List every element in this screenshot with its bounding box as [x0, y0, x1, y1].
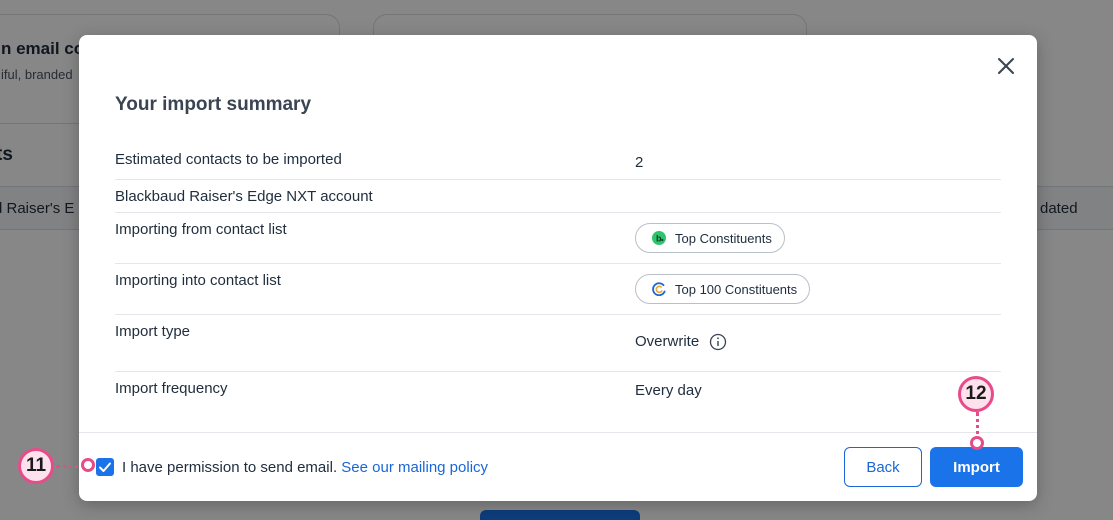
import-type-value: Overwrite: [635, 333, 700, 350]
checkmark-icon: [99, 462, 111, 472]
source-list-chip: b Top Constituents: [635, 223, 785, 253]
svg-text:b: b: [656, 234, 662, 244]
footer-divider: [79, 432, 1037, 433]
permission-label: I have permission to send email.: [122, 459, 338, 476]
summary-value: 2: [635, 154, 644, 171]
summary-label: Importing from contact list: [115, 221, 287, 238]
import-button[interactable]: Import: [930, 447, 1023, 487]
summary-value: Overwrite: [635, 333, 727, 351]
summary-label: Importing into contact list: [115, 272, 281, 289]
step-callout-12: 12: [958, 376, 994, 412]
chip-label: Top 100 Constituents: [675, 281, 798, 297]
info-icon[interactable]: [709, 333, 727, 351]
close-button[interactable]: [993, 53, 1019, 79]
summary-row-import-from: Importing from contact list b Top Consti…: [115, 213, 1001, 264]
step-callout-11: 11: [18, 448, 54, 484]
summary-row-import-frequency: Import frequency Every day: [115, 372, 1001, 432]
summary-label: Estimated contacts to be imported: [115, 151, 342, 168]
summary-value: Every day: [635, 382, 702, 399]
mailing-policy-link[interactable]: See our mailing policy: [341, 459, 488, 476]
callout-marker: [970, 436, 984, 450]
summary-label: Blackbaud Raiser's Edge NXT account: [115, 188, 373, 205]
permission-text: I have permission to send email. See our…: [122, 459, 488, 476]
destination-list-chip: Top 100 Constituents: [635, 274, 811, 304]
back-button[interactable]: Back: [844, 447, 922, 487]
summary-row-import-into: Importing into contact list Top 100 Cons…: [115, 264, 1001, 315]
summary-row-import-type: Import type Overwrite: [115, 315, 1001, 372]
constant-contact-logo-icon: [652, 282, 666, 296]
summary-label: Import type: [115, 323, 191, 340]
blackbaud-logo-icon: b: [652, 231, 666, 245]
callout-marker: [81, 458, 95, 472]
summary-row-estimated-contacts: Estimated contacts to be imported 2: [115, 145, 1001, 180]
chip-label: Top Constituents: [675, 230, 772, 246]
close-icon: [998, 58, 1014, 74]
import-summary-dialog: Your import summary Estimated contacts t…: [79, 35, 1037, 501]
dialog-title: Your import summary: [115, 94, 312, 115]
summary-row-account: Blackbaud Raiser's Edge NXT account: [115, 180, 1001, 213]
permission-checkbox[interactable]: [96, 458, 114, 476]
summary-label: Import frequency: [115, 380, 228, 397]
